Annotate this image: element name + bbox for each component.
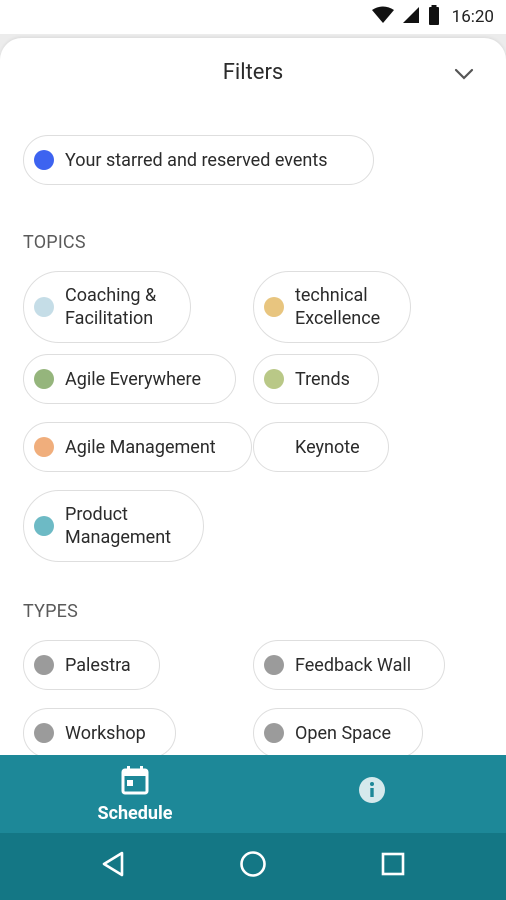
status-bar: 16:20 [0,0,506,34]
home-button[interactable] [236,849,270,883]
topic-color-dot [264,437,284,457]
chip-label: Agile Everywhere [65,368,202,390]
battery-icon [428,5,440,29]
filters-sheet: Filters Your starred and reserved events… [0,38,506,755]
cellular-signal-icon [402,6,420,28]
recents-square-icon [380,851,406,881]
chip-label: Open Space [295,722,391,744]
nav-info[interactable] [330,755,414,833]
chip-label: Keynote [295,436,360,458]
topic-color-dot [34,297,54,317]
starred-color-dot [34,150,54,170]
recents-button[interactable] [376,849,410,883]
calendar-icon [121,765,149,799]
topic-color-dot [264,297,284,317]
topic-color-dot [34,369,54,389]
status-icons: 16:20 [371,5,494,29]
chip-label: Trends [295,368,350,390]
topic-chip-agile-management[interactable]: Agile Management [23,422,252,472]
types-heading: TYPES [23,601,78,622]
topic-chip-coaching-facilitation[interactable]: Coaching & Facilitation [23,271,191,343]
nav-schedule-label: Schedule [97,802,173,824]
type-color-dot [34,655,54,675]
chip-label: Your starred and reserved events [65,149,328,171]
type-chip-feedback-wall[interactable]: Feedback Wall [253,640,445,690]
topic-color-dot [264,369,284,389]
chip-label: Agile Management [65,436,216,458]
type-color-dot [264,655,284,675]
status-time: 16:20 [451,7,494,27]
chip-label: Palestra [65,654,131,676]
back-triangle-icon [100,850,126,882]
topic-chip-technical-excellence[interactable]: technical Excellence [253,271,411,343]
type-color-dot [264,723,284,743]
home-circle-icon [239,850,267,882]
topics-heading: TOPICS [23,232,86,253]
info-icon [358,776,386,808]
bottom-navigation: Schedule [0,755,506,833]
wifi-icon [371,6,394,28]
type-color-dot [34,723,54,743]
back-button[interactable] [96,849,130,883]
nav-schedule[interactable]: Schedule [70,755,200,833]
starred-events-chip[interactable]: Your starred and reserved events [23,135,374,185]
topic-chip-agile-everywhere[interactable]: Agile Everywhere [23,354,236,404]
chip-label: technical Excellence [295,285,381,329]
chip-label: Product Management [65,504,172,548]
type-chip-palestra[interactable]: Palestra [23,640,160,690]
type-chip-workshop[interactable]: Workshop [23,708,176,755]
topic-color-dot [34,437,54,457]
chevron-down-icon [454,65,474,84]
topic-chip-trends[interactable]: Trends [253,354,379,404]
topic-color-dot [34,516,54,536]
type-chip-open-space[interactable]: Open Space [253,708,423,755]
chip-label: Feedback Wall [295,654,412,676]
topic-chip-keynote[interactable]: Keynote [253,422,389,472]
system-navigation-bar [0,833,506,900]
chip-label: Coaching & Facilitation [65,285,157,329]
topic-chip-product-management[interactable]: Product Management [23,490,204,562]
sheet-title: Filters [222,60,284,85]
chip-label: Workshop [65,722,146,744]
collapse-button[interactable] [452,62,476,86]
